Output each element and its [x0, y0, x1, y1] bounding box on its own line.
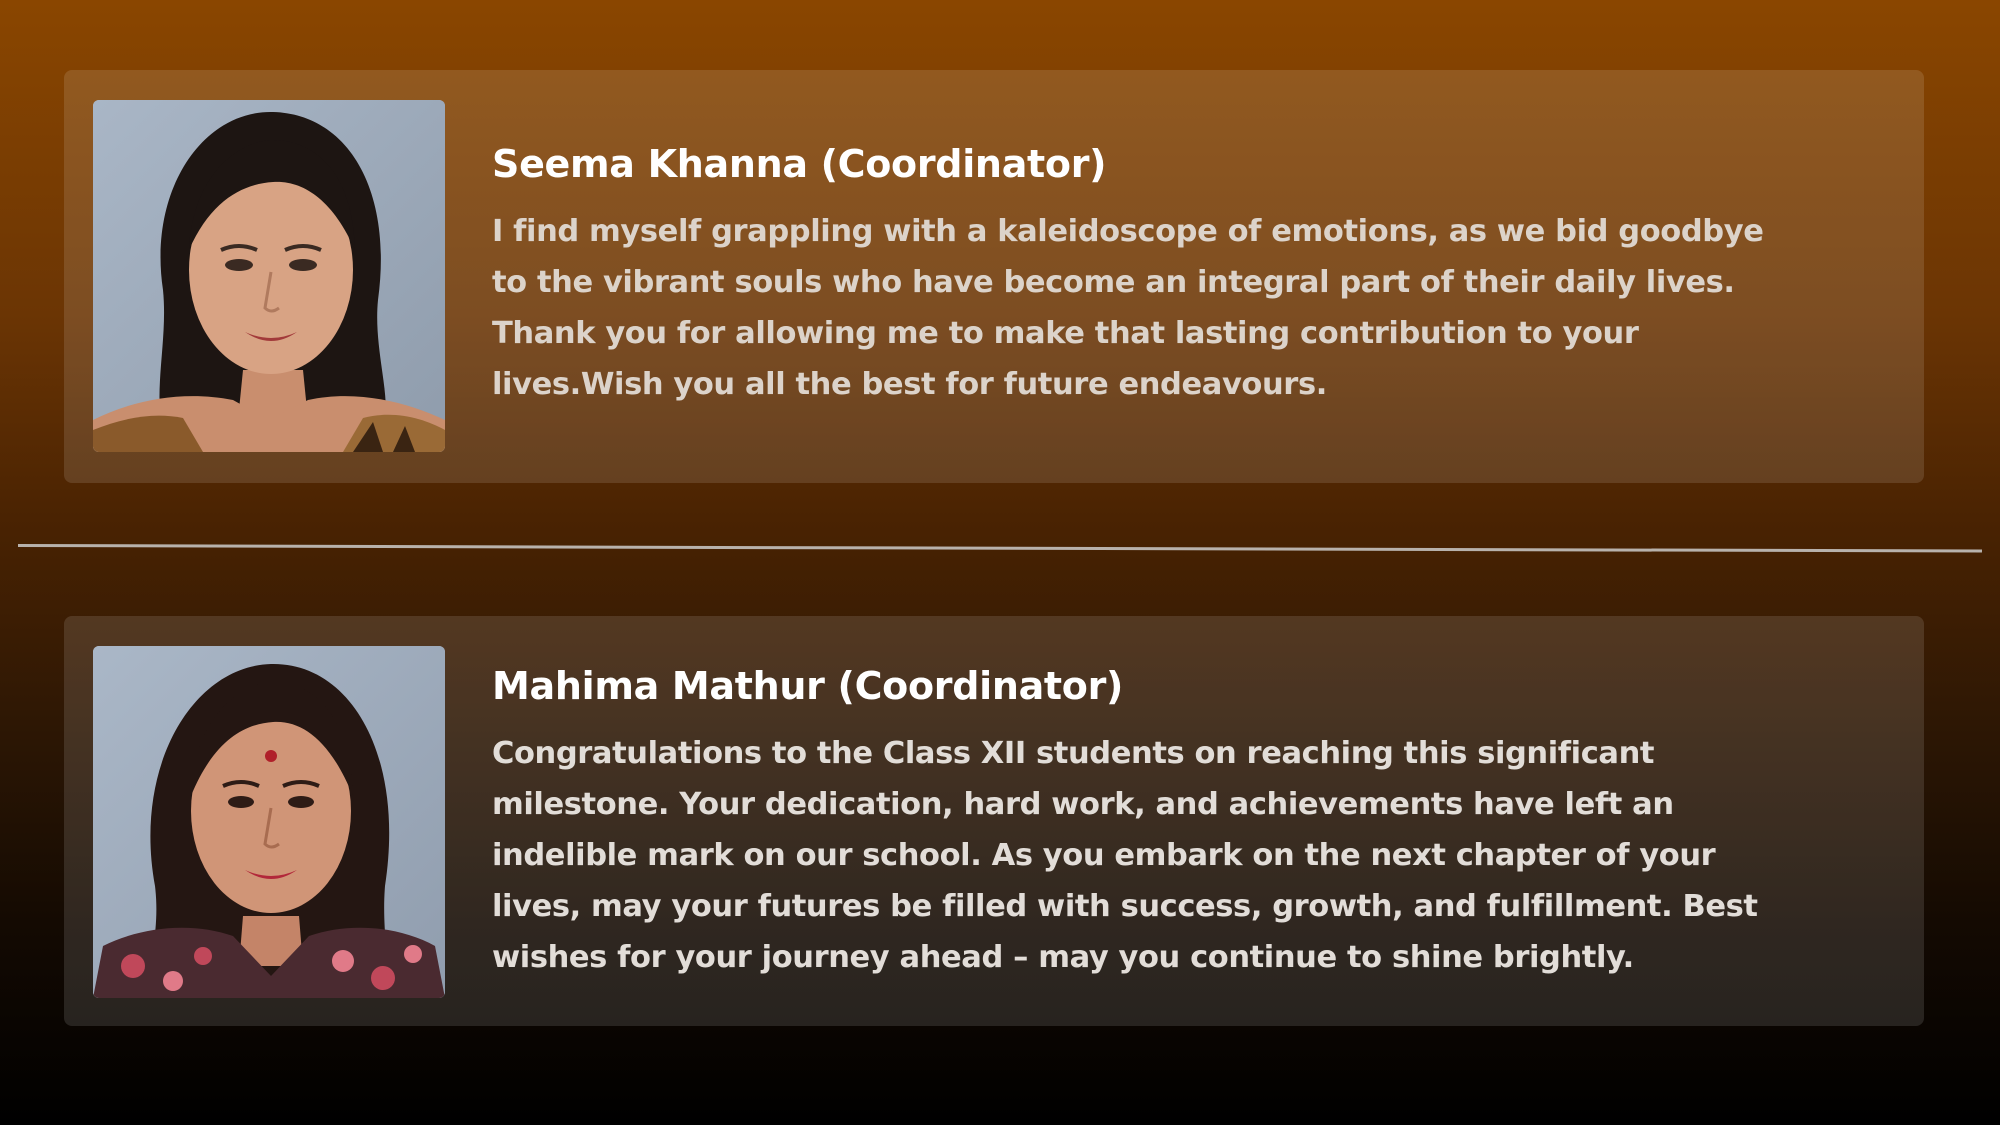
message-text: Congratulations to the Class XII student…: [492, 736, 1758, 975]
message-card-seema-khanna: Seema Khanna (Coordinator) I find myself…: [64, 70, 1924, 483]
message-content: Mahima Mathur (Coordinator) Congratulati…: [492, 664, 1764, 983]
portrait-photo-illustration: [93, 100, 445, 452]
author-name: Seema Khanna (Coordinator): [492, 142, 1107, 186]
portrait-photo-illustration: [93, 646, 445, 998]
section-divider: [17, 544, 1982, 553]
portrait-photo: [93, 646, 445, 998]
author-name: Mahima Mathur (Coordinator): [492, 664, 1124, 708]
message-text: I find myself grappling with a kaleidosc…: [492, 214, 1764, 402]
portrait-photo: [93, 100, 445, 452]
message-content: Seema Khanna (Coordinator) I find myself…: [492, 142, 1764, 410]
message-card-mahima-mathur: Mahima Mathur (Coordinator) Congratulati…: [64, 616, 1924, 1026]
